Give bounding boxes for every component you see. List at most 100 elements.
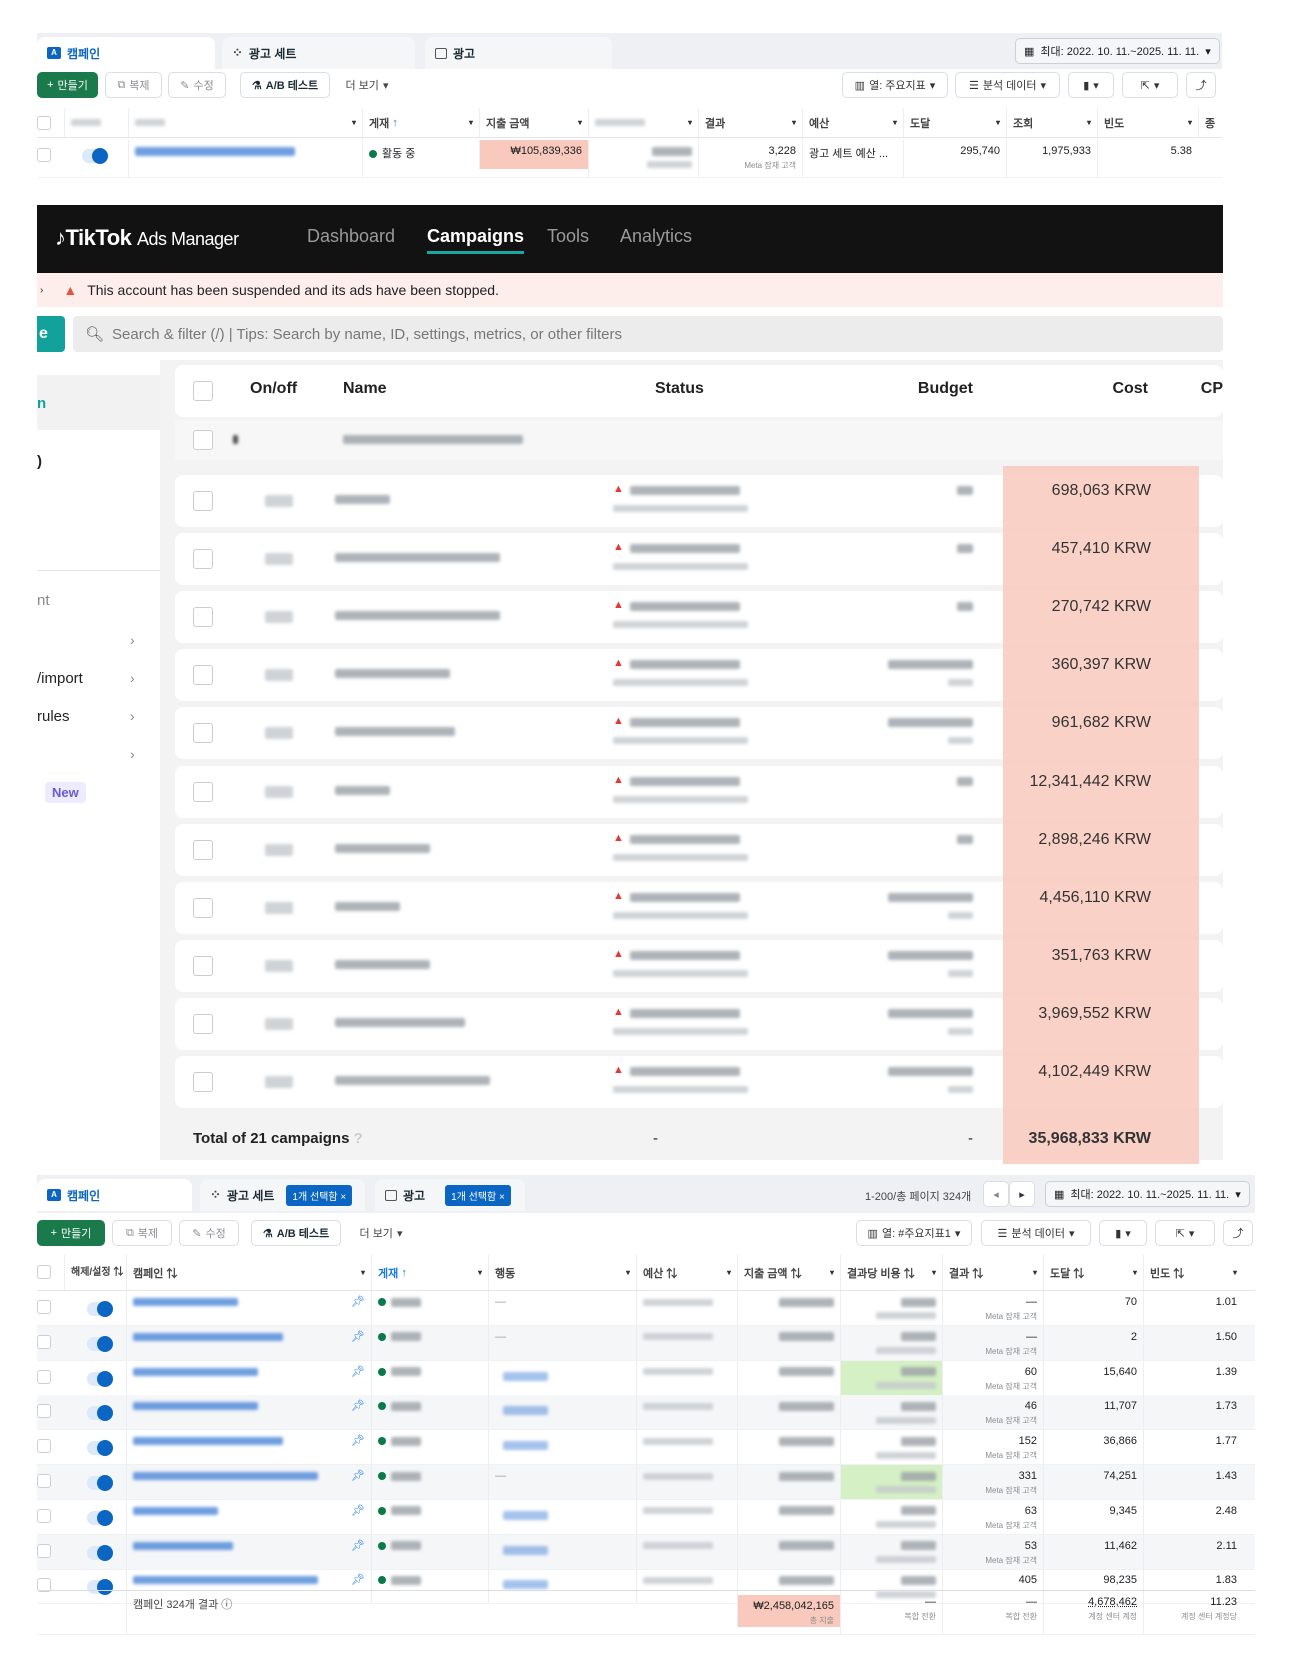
help-icon[interactable]: ? <box>354 1130 363 1147</box>
col-cost-per-result[interactable]: 결과당 비용 ⇅ ▾ <box>840 1255 942 1290</box>
nav-analytics[interactable]: Analytics <box>620 226 692 247</box>
row-checkbox[interactable] <box>37 1300 51 1314</box>
col-status[interactable]: Status <box>655 380 704 398</box>
row-checkbox[interactable] <box>37 1369 51 1384</box>
columns-button[interactable]: ▥ 열: 주요지표 ▾ <box>842 72 948 98</box>
pin-icon[interactable]: 📌︎ <box>351 1539 365 1552</box>
selected-filter-pill[interactable]: 1개 선택함 × <box>286 1184 353 1206</box>
row-checkbox[interactable] <box>193 430 213 450</box>
more-button[interactable]: 더 보기 ▾ <box>337 72 397 98</box>
select-all-checkbox[interactable] <box>193 381 213 401</box>
campaign-toggle[interactable] <box>87 1370 113 1387</box>
campaign-toggle[interactable] <box>82 148 108 164</box>
table-row[interactable]: 📌︎ 60 Meta 잠재 고객 15,640 1.39 <box>37 1360 1255 1396</box>
row-checkbox[interactable] <box>193 839 213 860</box>
sidebar-item[interactable]: ) <box>37 453 42 470</box>
campaign-name[interactable]: 📌︎ <box>126 1465 371 1499</box>
ab-test-button[interactable]: ⚗ A/B 테스트 <box>251 1220 341 1246</box>
row-checkbox[interactable] <box>193 491 213 511</box>
tab-adsets[interactable]: ⁘ 광고 세트 <box>222 37 415 69</box>
export-button[interactable]: ⇱ ▾ <box>1122 72 1178 98</box>
selected-filter-pill[interactable]: 1개 선택함 × <box>445 1184 511 1206</box>
campaign-toggle[interactable] <box>87 1440 113 1457</box>
sidebar-item-campaign[interactable]: n <box>37 395 46 412</box>
close-icon[interactable]: × <box>340 1192 346 1203</box>
nav-dashboard[interactable]: Dashboard <box>307 226 395 247</box>
campaign-name[interactable]: 📌︎ <box>126 1325 371 1360</box>
nav-tools[interactable]: Tools <box>547 226 589 247</box>
col-results[interactable]: 결과 ▾ <box>698 108 802 137</box>
pin-icon[interactable]: 📌︎ <box>351 1399 365 1412</box>
edit-button[interactable]: ✎ 수정 <box>168 72 226 98</box>
col-results[interactable]: 결과 ⇅ ▾ <box>942 1255 1043 1290</box>
row-checkbox[interactable] <box>193 549 213 570</box>
expand-chevron-icon[interactable]: › <box>40 285 43 296</box>
campaign-name[interactable]: 📌︎ <box>126 1430 371 1465</box>
row-checkbox[interactable] <box>193 955 213 976</box>
date-range-picker[interactable]: ▦ 최대: 2022. 10. 11.~2025. 11. 11. ▾ <box>1045 1181 1250 1207</box>
col-more[interactable]: 종 <box>1198 108 1222 137</box>
campaign-name[interactable]: 📌︎ <box>126 1395 371 1430</box>
col-cost[interactable]: Cost <box>1112 380 1148 398</box>
onoff-toggle[interactable] <box>265 669 293 682</box>
export-button[interactable]: ⇱ ▾ <box>1155 1220 1215 1246</box>
onoff-toggle[interactable] <box>265 611 293 624</box>
row-checkbox[interactable] <box>193 781 213 802</box>
chart-button[interactable]: ⤴ <box>1223 1220 1253 1246</box>
onoff-toggle[interactable] <box>265 785 293 798</box>
campaign-toggle[interactable] <box>87 1405 113 1422</box>
close-icon[interactable]: × <box>499 1192 505 1203</box>
row-checkbox[interactable] <box>193 897 213 918</box>
row-checkbox[interactable] <box>193 665 213 686</box>
next-page-button[interactable]: ▸ <box>1009 1181 1035 1207</box>
sidebar-item-rules[interactable]: rules <box>37 708 70 725</box>
campaign-toggle[interactable] <box>87 1544 113 1561</box>
col-budget[interactable]: 예산 ⇅ ▾ <box>636 1255 737 1290</box>
draft-row[interactable] <box>175 420 1223 460</box>
select-all-checkbox[interactable] <box>37 116 51 130</box>
col-frequency[interactable]: 빈도 ⇅ ▾ <box>1143 1255 1243 1290</box>
reports-button[interactable]: ▮ ▾ <box>1068 72 1114 98</box>
campaign-name[interactable] <box>128 140 362 177</box>
row-checkbox[interactable] <box>193 1072 213 1092</box>
edit-button[interactable]: ✎ 수정 <box>179 1220 239 1246</box>
tab-ads[interactable]: 광고 <box>425 37 612 69</box>
col-delivery[interactable]: 게재 ↑ ▾ <box>371 1255 488 1290</box>
create-button[interactable]: e <box>37 316 65 352</box>
table-row[interactable]: 📌︎ 53 Meta 잠재 고객 11,462 2.11 <box>37 1534 1255 1570</box>
row-checkbox[interactable] <box>193 1013 213 1034</box>
campaign-toggle[interactable] <box>87 1509 113 1526</box>
row-checkbox[interactable] <box>193 607 213 628</box>
table-row[interactable]: 📌︎ — — Meta 잠재 고객 2 1.50 <box>37 1325 1255 1361</box>
pin-icon[interactable]: 📌︎ <box>351 1434 365 1447</box>
col-cpc[interactable]: CP <box>1201 380 1223 398</box>
nav-campaigns[interactable]: Campaigns <box>427 226 525 254</box>
table-row[interactable]: 📌︎ 152 Meta 잠재 고객 36,866 1.77 <box>37 1430 1255 1466</box>
onoff-toggle[interactable] <box>265 901 293 914</box>
pin-icon[interactable]: 📌︎ <box>351 1573 365 1586</box>
pin-icon[interactable]: 📌︎ <box>351 1330 365 1343</box>
search-input[interactable]: 🔍︎ Search & filter (/) | Tips: Search by … <box>73 316 1223 352</box>
table-row[interactable]: 📌︎ 63 Meta 잠재 고객 9,345 2.48 <box>37 1499 1255 1535</box>
duplicate-button[interactable]: ⧉ 복제 <box>112 1220 172 1246</box>
table-row[interactable]: 📌︎ — 331 Meta 잠재 고객 74,251 1.43 <box>37 1465 1255 1500</box>
duplicate-button[interactable]: ⧉ 복제 <box>105 72 162 98</box>
col-toggle[interactable]: 해제/설정 ⇅ <box>64 1255 126 1290</box>
row-checkbox[interactable] <box>37 1474 51 1488</box>
row-checkbox[interactable] <box>37 148 51 162</box>
row-checkbox[interactable] <box>37 1543 51 1558</box>
col-spend[interactable]: 지출 금액 ⇅ ▾ <box>737 1255 840 1290</box>
onoff-toggle[interactable] <box>265 1017 293 1030</box>
tab-adsets[interactable]: ⁘ 광고 세트 1개 선택함 × <box>200 1179 365 1211</box>
col-budget[interactable]: 예산 ▾ <box>802 108 903 137</box>
sidebar-item-import[interactable]: /import <box>37 670 83 687</box>
col-delivery[interactable]: 게재 ↑ ▾ <box>362 108 479 137</box>
onoff-toggle[interactable] <box>265 843 293 856</box>
campaign-name[interactable]: 📌︎ <box>126 1360 371 1395</box>
col-reach[interactable]: 도달 ▾ <box>903 108 1006 137</box>
onoff-toggle[interactable] <box>265 553 293 566</box>
create-button[interactable]: + 만들기 <box>37 1220 105 1246</box>
pin-icon[interactable]: 📌︎ <box>351 1365 365 1378</box>
pin-icon[interactable]: 📌︎ <box>351 1504 365 1517</box>
col-spend[interactable]: 지출 금액 ▾ <box>479 108 588 137</box>
